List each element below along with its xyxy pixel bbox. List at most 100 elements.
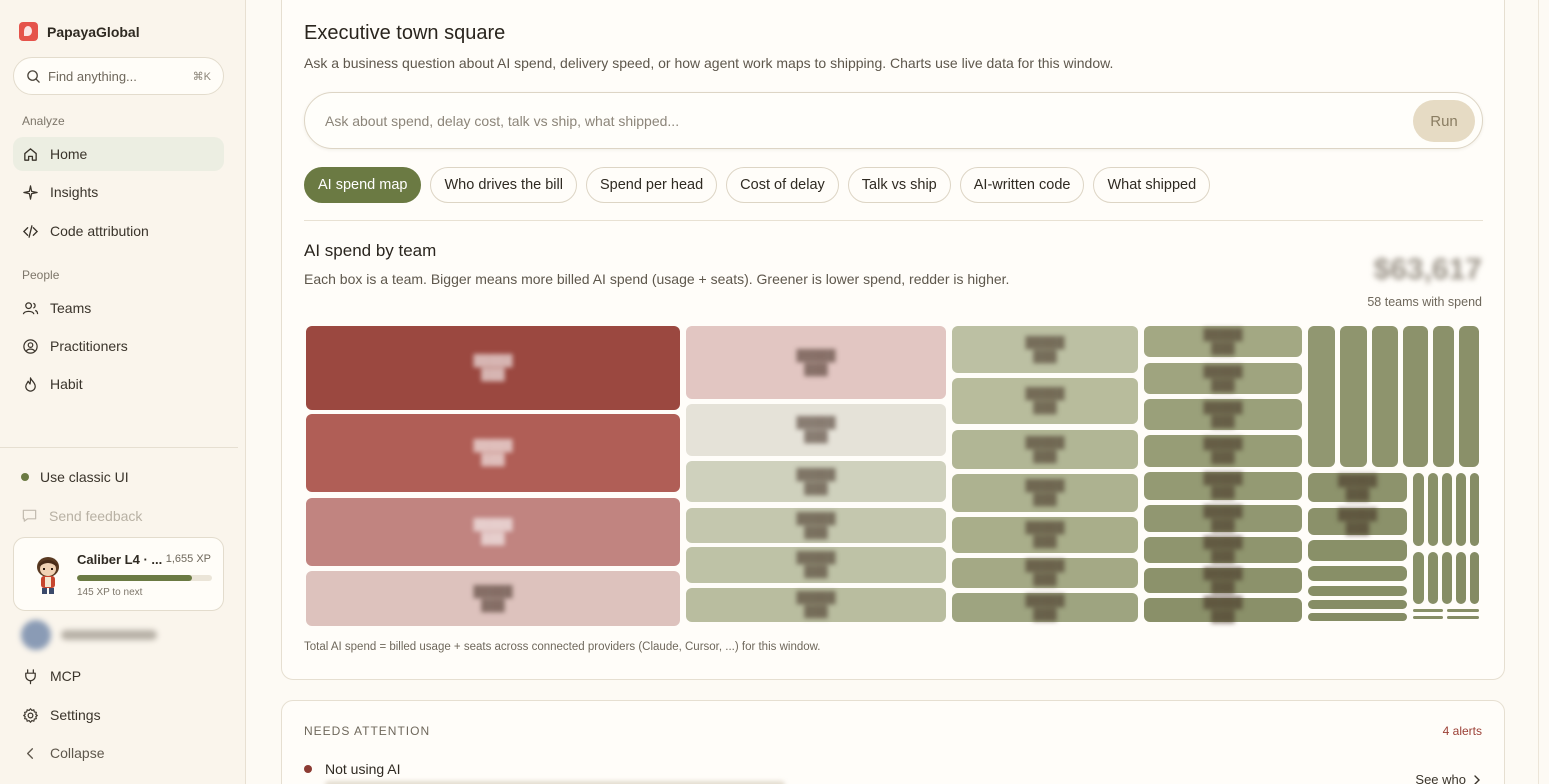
treemap-tile-label-redacted: █████ ███: [1025, 436, 1065, 463]
sidebar-item-settings[interactable]: Settings: [13, 698, 224, 732]
treemap-tile[interactable]: █████ ███: [686, 588, 946, 622]
treemap-tile[interactable]: [1428, 552, 1438, 604]
treemap-tile[interactable]: [1456, 473, 1466, 546]
treemap-tile[interactable]: [1308, 566, 1407, 581]
treemap-tile[interactable]: █████ ███: [1144, 567, 1302, 594]
sidebar-item-code-attribution[interactable]: Code attribution: [13, 214, 224, 248]
treemap-tile[interactable]: █████ ███: [1308, 508, 1407, 535]
treemap-tile[interactable]: █████ ███: [686, 547, 946, 583]
caliber-title: Caliber L4 · ...: [77, 552, 163, 567]
treemap-tile[interactable]: █████ ███: [1144, 537, 1302, 563]
treemap-tile-label-redacted: █████ ███: [1025, 336, 1065, 363]
treemap-tile[interactable]: [1372, 326, 1398, 467]
treemap-tile[interactable]: [1447, 609, 1479, 612]
treemap-tile-label-redacted: █████ ███: [1203, 473, 1243, 499]
sidebar-item-habit[interactable]: Habit: [13, 367, 224, 401]
xp-progress-fill: [77, 575, 192, 581]
collapse-button[interactable]: Collapse: [13, 736, 224, 770]
caliber-xp: 1,655 XP: [165, 553, 211, 565]
treemap-tile[interactable]: [1340, 326, 1367, 467]
page-subtitle: Ask a business question about AI spend, …: [304, 55, 1114, 71]
sidebar-item-insights[interactable]: Insights: [13, 175, 224, 209]
treemap-tile[interactable]: █████ ███: [1144, 435, 1302, 467]
treemap-tile[interactable]: [1470, 552, 1479, 604]
treemap-tile[interactable]: █████ ███: [1144, 326, 1302, 357]
treemap-tile-label-redacted: █████ ███: [1203, 401, 1243, 428]
treemap-tile[interactable]: █████ ███: [952, 517, 1138, 553]
ask-input[interactable]: Ask about spend, delay cost, talk vs shi…: [304, 92, 1483, 149]
treemap-tile[interactable]: [1308, 613, 1407, 621]
treemap-tile[interactable]: [1413, 609, 1443, 612]
treemap-tile[interactable]: [1308, 586, 1407, 596]
chip-spend-per-head[interactable]: Spend per head: [585, 167, 718, 203]
treemap-tile[interactable]: █████ ███: [686, 508, 946, 543]
treemap-tile[interactable]: [1456, 552, 1466, 604]
treemap-tile[interactable]: █████ ███: [306, 498, 680, 566]
run-button[interactable]: Run: [1413, 100, 1475, 142]
treemap-tile[interactable]: █████ ███: [686, 404, 946, 456]
treemap-tile[interactable]: █████ ███: [1144, 363, 1302, 394]
treemap-tile[interactable]: [1447, 616, 1479, 619]
alert-title: Not using AI: [325, 761, 401, 777]
treemap-tile[interactable]: [1413, 616, 1443, 619]
treemap-tile[interactable]: █████ ███: [1144, 399, 1302, 430]
treemap-tile[interactable]: █████ ███: [306, 571, 680, 626]
treemap-tile[interactable]: [1308, 326, 1335, 467]
chart-footnote: Total AI spend = billed usage + seats ac…: [304, 641, 821, 653]
treemap-tile[interactable]: █████ ███: [1144, 472, 1302, 500]
treemap-tile[interactable]: [1413, 473, 1424, 546]
user-name-redacted: [61, 630, 157, 640]
treemap-tile-label-redacted: █████ ███: [1203, 505, 1243, 532]
treemap-tile[interactable]: [1433, 326, 1454, 467]
treemap-tile[interactable]: [1308, 540, 1407, 561]
treemap-tile[interactable]: █████ ███: [952, 558, 1138, 588]
treemap-tile[interactable]: [1428, 473, 1438, 546]
treemap-tile[interactable]: █████ ███: [1144, 597, 1302, 623]
search-input[interactable]: Find anything... ⌘K: [13, 57, 224, 95]
chip-ai-written-code[interactable]: AI-written code: [959, 167, 1085, 203]
treemap-tile[interactable]: █████ ███: [1308, 473, 1407, 502]
sidebar-item-label: Insights: [50, 184, 99, 200]
chip-who-drives-the-bill[interactable]: Who drives the bill: [430, 167, 577, 203]
send-feedback-button[interactable]: Send feedback: [21, 507, 142, 524]
treemap-tile[interactable]: [1459, 326, 1479, 467]
treemap-tile[interactable]: █████ ███: [952, 474, 1138, 512]
brand[interactable]: PapayaGlobal: [19, 22, 140, 41]
treemap-tile[interactable]: [1442, 473, 1452, 546]
search-placeholder: Find anything...: [48, 68, 137, 84]
chip-what-shipped[interactable]: What shipped: [1093, 167, 1211, 203]
treemap-tile[interactable]: █████ ███: [686, 326, 946, 399]
caliber-card[interactable]: Caliber L4 · ... 1,655 XP 145 XP to next: [13, 537, 224, 611]
treemap-tile[interactable]: [1470, 473, 1479, 546]
treemap-tile-label-redacted: █████ ███: [1203, 537, 1243, 563]
treemap-tile[interactable]: █████ ███: [1144, 505, 1302, 532]
divider: [304, 220, 1483, 221]
chip-cost-of-delay[interactable]: Cost of delay: [726, 167, 839, 203]
treemap-tile[interactable]: █████ ███: [952, 593, 1138, 622]
chip-talk-vs-ship[interactable]: Talk vs ship: [847, 167, 951, 203]
treemap-tile[interactable]: █████ ███: [952, 326, 1138, 373]
treemap-tile[interactable]: [1308, 600, 1407, 609]
treemap-tile[interactable]: █████ ███: [952, 430, 1138, 469]
xp-to-next: 145 XP to next: [77, 587, 143, 598]
see-who-link[interactable]: See who: [1415, 772, 1482, 784]
user-profile[interactable]: [21, 620, 157, 650]
use-classic-ui-link[interactable]: Use classic UI: [21, 469, 129, 485]
treemap-tile[interactable]: █████ ███: [306, 326, 680, 410]
treemap-tile-label-redacted: █████ ███: [1025, 594, 1065, 621]
sidebar-item-mcp[interactable]: MCP: [13, 659, 224, 693]
treemap-tile[interactable]: █████ ███: [952, 378, 1138, 424]
sidebar-item-home[interactable]: Home: [13, 137, 224, 171]
chip-ai-spend-map[interactable]: AI spend map: [304, 167, 422, 203]
sidebar-item-practitioners[interactable]: Practitioners: [13, 329, 224, 363]
alerts-count: 4 alerts: [1442, 724, 1482, 738]
treemap-tile-label-redacted: █████ ███: [1203, 567, 1243, 594]
treemap-tile[interactable]: [1413, 552, 1424, 604]
treemap-tile-label-redacted: █████ ███: [1025, 388, 1065, 414]
treemap-tile[interactable]: █████ ███: [306, 414, 680, 492]
treemap-tile[interactable]: [1442, 552, 1452, 604]
treemap-tile[interactable]: █████ ███: [686, 461, 946, 502]
user-circle-icon: [23, 338, 38, 354]
sidebar-item-teams[interactable]: Teams: [13, 291, 224, 325]
treemap-tile[interactable]: [1403, 326, 1428, 467]
